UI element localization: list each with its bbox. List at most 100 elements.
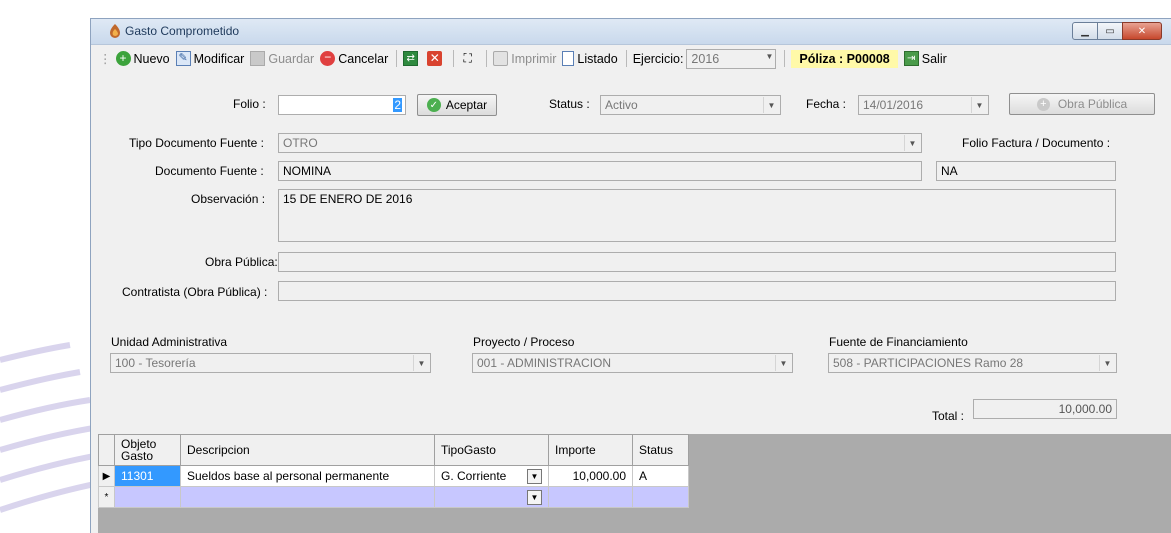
doc-fuente-value: NOMINA: [283, 164, 331, 178]
background-decoration: [0, 342, 100, 513]
obra-publica-label: Obra Pública:: [205, 255, 278, 269]
tipo-doc-value: OTRO: [283, 136, 318, 150]
cell-tipogasto[interactable]: G. Corriente ▼: [434, 465, 549, 487]
nuevo-label: Nuevo: [133, 51, 170, 66]
salir-label: Salir: [921, 51, 947, 66]
total-field: 10,000.00: [973, 399, 1117, 419]
close-button[interactable]: ✕: [1122, 22, 1162, 40]
minimize-icon: ▁: [1081, 25, 1089, 37]
edit-icon: ✎: [175, 51, 191, 66]
document-icon: [562, 51, 575, 66]
ejercicio-select[interactable]: 2016 ▼: [686, 48, 777, 69]
obra-publica-button-label: Obra Pública: [1057, 97, 1128, 111]
chevron-down-icon: ▼: [763, 97, 779, 113]
new-cell-tipogasto[interactable]: ▼: [434, 486, 549, 508]
status-label: Status :: [549, 97, 590, 111]
new-cell-descripcion[interactable]: [180, 486, 435, 508]
nuevo-button[interactable]: + Nuevo: [115, 51, 170, 66]
folio-input[interactable]: 2: [278, 95, 406, 115]
close-icon: ✕: [1137, 25, 1147, 37]
toolbar-separator: [453, 50, 455, 67]
new-cell-objeto[interactable]: [114, 486, 181, 508]
grid-header-row: Objeto Gasto Descripcion TipoGasto Impor…: [98, 434, 689, 466]
guardar-label: Guardar: [268, 51, 315, 66]
cancelar-button[interactable]: − Cancelar: [320, 51, 388, 66]
toolbar-grip-icon: ⋮: [99, 52, 112, 66]
new-cell-importe[interactable]: [548, 486, 633, 508]
cell-descripcion[interactable]: Sueldos base al personal permanente: [180, 465, 435, 487]
chevron-down-icon: ▼: [765, 51, 774, 61]
save-icon: [250, 51, 266, 66]
col-descripcion[interactable]: Descripcion: [180, 434, 435, 466]
chevron-down-icon: ▼: [904, 135, 920, 151]
fecha-label: Fecha :: [806, 97, 847, 111]
col-tipogasto[interactable]: TipoGasto: [434, 434, 549, 466]
fuente-value: 508 - PARTICIPACIONES Ramo 28: [833, 356, 1024, 370]
row-pointer-icon[interactable]: ▶: [98, 465, 115, 487]
export-button[interactable]: ⇄: [403, 51, 421, 66]
toolbar-separator: [625, 50, 627, 67]
total-value: 10,000.00: [1058, 402, 1112, 416]
check-icon: ✓: [426, 98, 441, 112]
details-grid: Objeto Gasto Descripcion TipoGasto Impor…: [98, 434, 689, 508]
cancel-icon: −: [320, 51, 336, 66]
obra-publica-button[interactable]: + Obra Pública: [1009, 93, 1155, 115]
chevron-down-icon[interactable]: ▼: [527, 489, 542, 505]
ejercicio-group: Ejercicio: 2016 ▼: [633, 48, 777, 69]
chevron-down-icon[interactable]: ▼: [527, 468, 542, 484]
listado-label: Listado: [577, 51, 618, 66]
imprimir-button[interactable]: Imprimir: [493, 51, 556, 66]
folio-label: Folio :: [233, 97, 266, 111]
guardar-button[interactable]: Guardar: [250, 51, 314, 66]
minimize-button[interactable]: ▁: [1072, 22, 1098, 40]
col-importe[interactable]: Importe: [548, 434, 633, 466]
chevron-down-icon: ▼: [971, 97, 987, 113]
observacion-textarea[interactable]: 15 DE ENERO DE 2016: [278, 189, 1116, 242]
proyecto-label: Proyecto / Proceso: [473, 335, 575, 349]
aceptar-button[interactable]: ✓ Aceptar: [417, 94, 497, 116]
col-objeto-gasto[interactable]: Objeto Gasto: [114, 434, 181, 466]
cell-objeto[interactable]: 11301: [114, 465, 181, 487]
observacion-value: 15 DE ENERO DE 2016: [283, 192, 413, 206]
status-select[interactable]: Activo ▼: [600, 95, 781, 115]
folio-factura-label: Folio Factura / Documento :: [962, 136, 1111, 150]
delete-button[interactable]: ✕: [427, 51, 445, 66]
new-row-marker-icon: *: [98, 486, 115, 508]
folio-factura-value: NA: [941, 164, 958, 178]
col-objeto-line2: Gasto: [121, 449, 154, 463]
cancelar-label: Cancelar: [338, 51, 389, 66]
cell-status[interactable]: A: [632, 465, 689, 487]
col-status[interactable]: Status: [632, 434, 689, 466]
fuente-select[interactable]: 508 - PARTICIPACIONES Ramo 28 ▼: [828, 353, 1117, 373]
cell-importe[interactable]: 10,000.00: [548, 465, 633, 487]
salir-button[interactable]: ⇥ Salir: [903, 51, 947, 66]
observacion-label: Observación :: [191, 192, 266, 206]
unidad-value: 100 - Tesorería: [115, 356, 196, 370]
unidad-select[interactable]: 100 - Tesorería ▼: [110, 353, 431, 373]
chevron-down-icon: ▼: [775, 355, 791, 371]
title-bar: Gasto Comprometido ▁ ▭ ✕: [91, 19, 1171, 45]
listado-button[interactable]: Listado: [562, 51, 618, 66]
tipo-doc-select[interactable]: OTRO ▼: [278, 133, 922, 153]
table-row: ▶ 11301 Sueldos base al personal permane…: [98, 465, 689, 487]
fecha-value: 14/01/2016: [863, 98, 924, 112]
cell-tipogasto-value: G. Corriente: [441, 468, 507, 483]
app-icon: [110, 24, 120, 38]
row-header-corner: [98, 434, 115, 466]
maximize-button[interactable]: ▭: [1097, 22, 1123, 40]
obra-publica-input[interactable]: [278, 252, 1116, 272]
modificar-label: Modificar: [193, 51, 245, 66]
search-button[interactable]: ⛶: [460, 51, 478, 66]
contratista-input[interactable]: [278, 281, 1116, 301]
folio-factura-input[interactable]: NA: [936, 161, 1116, 181]
proyecto-select[interactable]: 001 - ADMINISTRACION ▼: [472, 353, 793, 373]
modificar-button[interactable]: ✎ Modificar: [175, 51, 245, 66]
new-cell-status[interactable]: [632, 486, 689, 508]
window-title: Gasto Comprometido: [125, 24, 240, 38]
toolbar-separator: [784, 50, 786, 67]
fecha-picker[interactable]: 14/01/2016 ▼: [858, 95, 989, 115]
doc-fuente-input[interactable]: NOMINA: [278, 161, 922, 181]
fuente-label: Fuente de Financiamiento: [829, 335, 968, 349]
ejercicio-value: 2016: [691, 51, 720, 66]
poliza-badge: Póliza : P00008: [791, 49, 898, 68]
